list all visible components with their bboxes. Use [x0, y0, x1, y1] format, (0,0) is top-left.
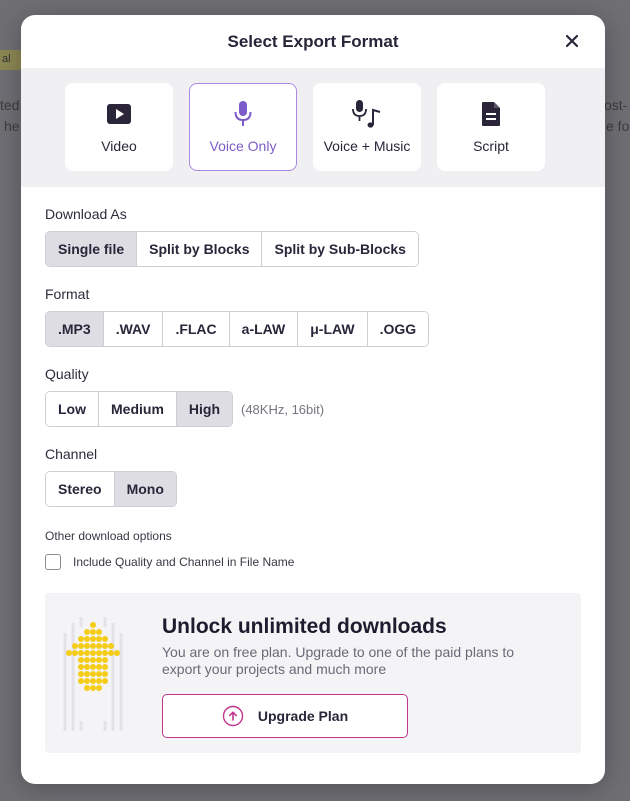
- mic-music-icon: [352, 100, 381, 128]
- format-wav[interactable]: .WAV: [102, 312, 163, 346]
- tab-label: Script: [473, 138, 509, 154]
- other-options-label: Other download options: [45, 529, 172, 543]
- format-flac[interactable]: .FLAC: [162, 312, 229, 346]
- format-mp3[interactable]: .MP3: [46, 312, 103, 346]
- background-text: ted: [0, 97, 20, 113]
- tab-label: Video: [101, 138, 137, 154]
- upgrade-plan-label: Upgrade Plan: [257, 708, 349, 724]
- arrow-up-circle-icon: [222, 705, 244, 727]
- document-icon: [482, 102, 500, 126]
- format-alaw[interactable]: a-LAW: [228, 312, 298, 346]
- channel-mono[interactable]: Mono: [113, 472, 176, 506]
- quality-high[interactable]: High: [175, 392, 232, 426]
- modal-header: Select Export Format: [21, 15, 605, 68]
- quality-hint: (48KHz, 16bit): [241, 401, 325, 417]
- export-format-modal: Select Export Format Video Voice Only Vo…: [21, 15, 605, 784]
- quality-segmented: Low Medium High: [45, 391, 233, 427]
- include-quality-checkbox[interactable]: [45, 554, 61, 570]
- tab-label: Voice + Music: [323, 138, 411, 154]
- background-text: e fo: [606, 118, 630, 134]
- download-split-sub-blocks[interactable]: Split by Sub-Blocks: [261, 232, 418, 266]
- download-as-segmented: Single file Split by Blocks Split by Sub…: [45, 231, 419, 267]
- format-tabs: Video Voice Only Voice + Music Script: [21, 68, 605, 187]
- include-quality-label: Include Quality and Channel in File Name: [73, 555, 295, 569]
- upsell-title: Unlock unlimited downloads: [162, 615, 447, 638]
- format-segmented: .MP3 .WAV .FLAC a-LAW μ-LAW .OGG: [45, 311, 430, 347]
- microphone-icon: [234, 101, 252, 126]
- download-split-blocks[interactable]: Split by Blocks: [136, 232, 262, 266]
- modal-title: Select Export Format: [227, 32, 399, 51]
- tab-label: Voice Only: [209, 138, 277, 154]
- background-text: he: [4, 118, 20, 134]
- video-play-icon: [107, 104, 131, 124]
- upgrade-arrow-illustration: [63, 617, 123, 731]
- quality-medium[interactable]: Medium: [98, 392, 176, 426]
- include-quality-row: Include Quality and Channel in File Name: [45, 554, 581, 570]
- export-options: Download As Single file Split by Blocks …: [21, 206, 605, 753]
- format-label: Format: [45, 286, 90, 302]
- download-single-file[interactable]: Single file: [46, 232, 137, 266]
- background-text: ost-: [604, 97, 628, 113]
- format-ogg[interactable]: .OGG: [366, 312, 429, 346]
- close-icon: [565, 34, 579, 48]
- download-as-label: Download As: [45, 206, 127, 222]
- upgrade-plan-button[interactable]: Upgrade Plan: [162, 694, 408, 738]
- channel-segmented: Stereo Mono: [45, 471, 177, 507]
- tab-video[interactable]: Video: [65, 83, 173, 171]
- format-ulaw[interactable]: μ-LAW: [297, 312, 367, 346]
- close-button[interactable]: [561, 30, 583, 52]
- tab-voice-only[interactable]: Voice Only: [189, 83, 297, 171]
- upsell-text: You are on free plan. Upgrade to one of …: [162, 644, 515, 677]
- tab-script[interactable]: Script: [437, 83, 545, 171]
- tab-voice-music[interactable]: Voice + Music: [313, 83, 421, 171]
- channel-label: Channel: [45, 446, 98, 462]
- channel-stereo[interactable]: Stereo: [46, 472, 114, 506]
- quality-low[interactable]: Low: [46, 392, 98, 426]
- upsell-banner: Unlock unlimited downloads You are on fr…: [45, 593, 581, 753]
- quality-label: Quality: [45, 366, 89, 382]
